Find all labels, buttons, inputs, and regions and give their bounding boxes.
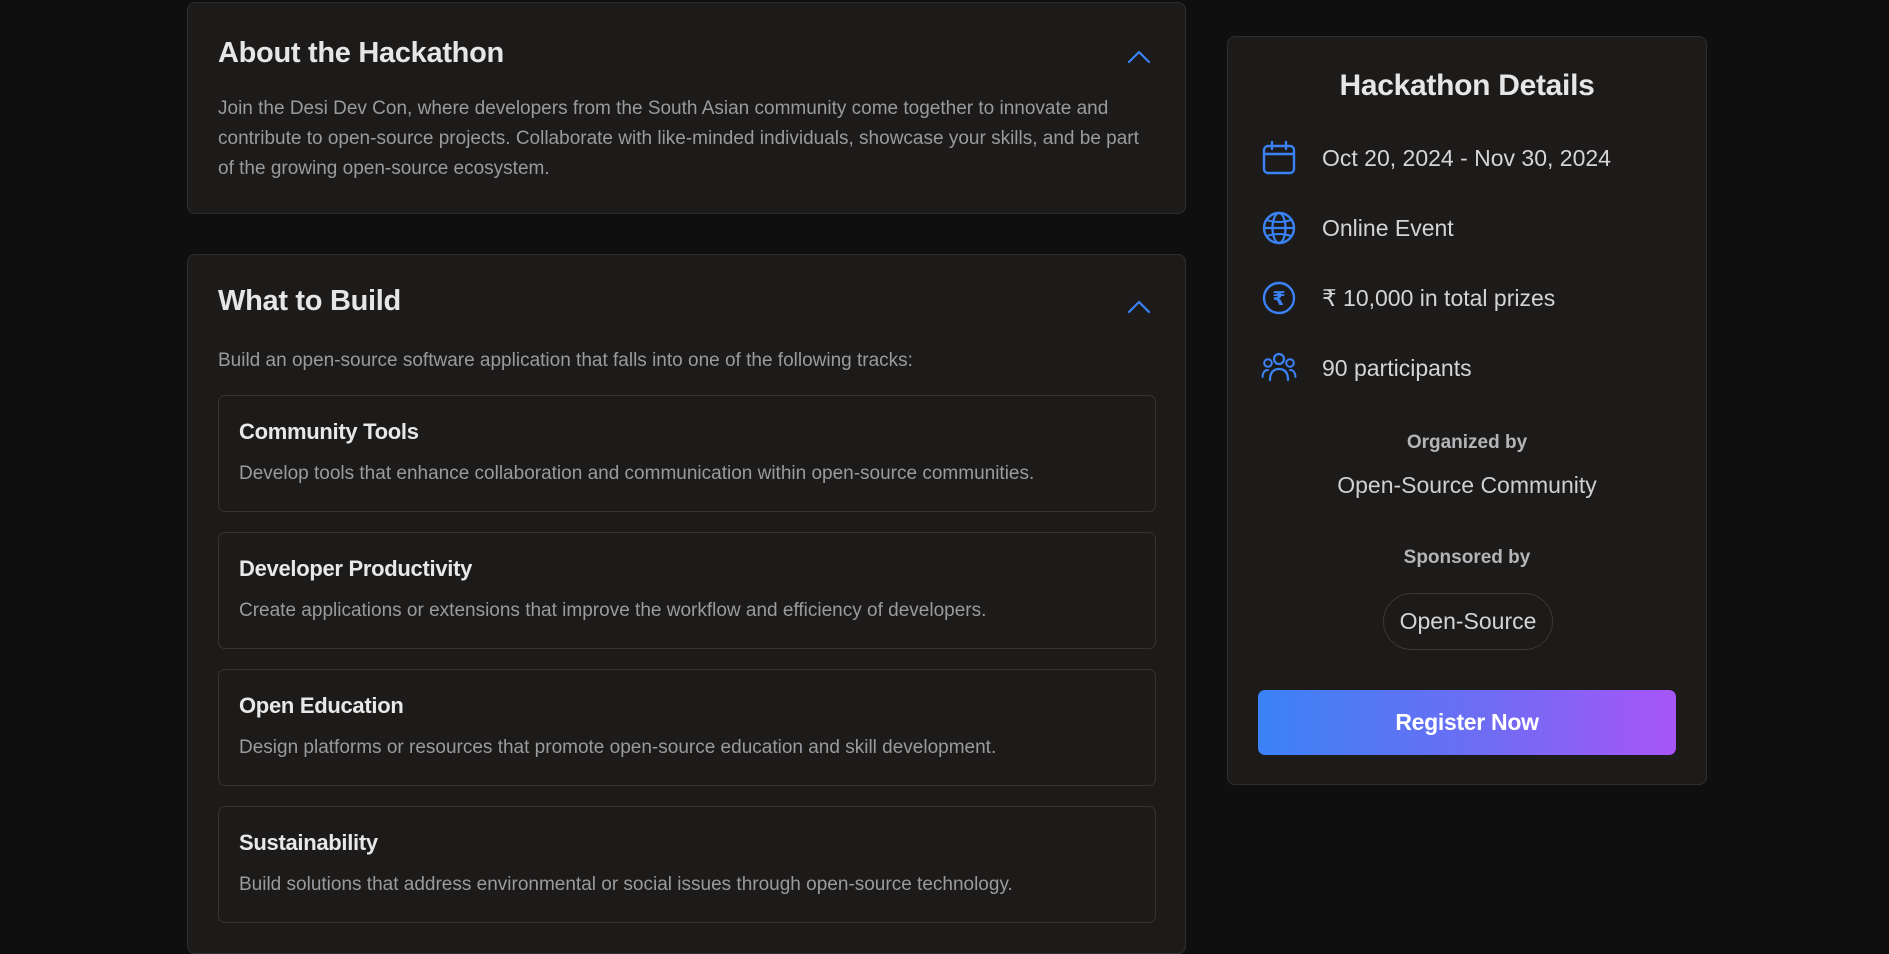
detail-participants: 90 participants xyxy=(1261,348,1472,388)
what-to-build-card: What to Build Build an open-source softw… xyxy=(187,254,1186,954)
chevron-up-icon[interactable] xyxy=(1126,299,1152,315)
globe-icon xyxy=(1262,211,1296,245)
rupee-icon: ₹ xyxy=(1262,281,1296,315)
prizes-text: ₹ 10,000 in total prizes xyxy=(1322,284,1556,311)
build-title: What to Build xyxy=(218,285,401,317)
track-card: Developer Productivity Create applicatio… xyxy=(218,532,1156,649)
location-text: Online Event xyxy=(1322,214,1454,241)
svg-text:₹: ₹ xyxy=(1272,288,1285,310)
track-title: Developer Productivity xyxy=(239,556,473,581)
track-description: Create applications or extensions that i… xyxy=(239,600,987,621)
sponsor-badge: Open-Source xyxy=(1383,593,1553,650)
track-card: Sustainability Build solutions that addr… xyxy=(218,806,1156,923)
detail-dates: Oct 20, 2024 - Nov 30, 2024 xyxy=(1261,138,1611,178)
details-title: Hackathon Details xyxy=(1339,69,1595,102)
about-hackathon-card: About the Hackathon Join the Desi Dev Co… xyxy=(187,2,1186,214)
calendar-icon xyxy=(1262,140,1296,175)
detail-prizes: ₹ ₹ 10,000 in total prizes xyxy=(1261,278,1555,318)
track-card: Open Education Design platforms or resou… xyxy=(218,669,1156,786)
hackathon-details-card: Hackathon Details Oct 20, 2024 - Nov 30,… xyxy=(1227,36,1707,785)
track-card: Community Tools Develop tools that enhan… xyxy=(218,395,1156,512)
chevron-up-icon[interactable] xyxy=(1126,49,1152,65)
track-description: Design platforms or resources that promo… xyxy=(239,737,997,758)
organized-by-label: Organized by xyxy=(1406,432,1528,453)
track-description: Develop tools that enhance collaboration… xyxy=(239,463,1035,484)
track-title: Sustainability xyxy=(239,830,378,855)
participants-text: 90 participants xyxy=(1322,354,1472,381)
build-intro: Build an open-source software applicatio… xyxy=(218,350,913,371)
track-title: Open Education xyxy=(239,693,404,718)
users-icon xyxy=(1261,352,1297,382)
organizer-name: Open-Source Community xyxy=(1337,472,1597,498)
about-title: About the Hackathon xyxy=(218,37,504,69)
register-now-button[interactable]: Register Now xyxy=(1258,690,1676,755)
dates-text: Oct 20, 2024 - Nov 30, 2024 xyxy=(1322,144,1611,171)
detail-location: Online Event xyxy=(1261,208,1454,248)
about-description: Join the Desi Dev Con, where developers … xyxy=(218,98,1139,179)
track-title: Community Tools xyxy=(239,419,419,444)
sponsored-by-label: Sponsored by xyxy=(1403,547,1531,568)
track-description: Build solutions that address environment… xyxy=(239,874,1013,895)
